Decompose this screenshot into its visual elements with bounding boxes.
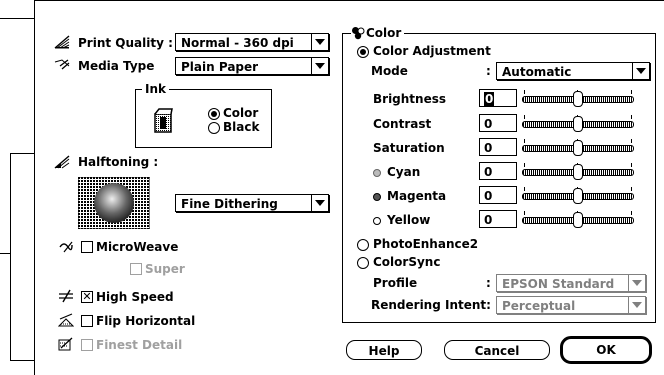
high-speed-label: High Speed [96, 290, 174, 304]
microweave-icon [59, 241, 73, 253]
saturation-field[interactable]: 0 [479, 138, 517, 156]
finest-detail-checkbox[interactable] [81, 339, 93, 351]
chevron-down-icon [311, 34, 328, 50]
halftoning-icon [54, 155, 70, 169]
ink-cartridge-icon [154, 108, 173, 133]
ink-black-label: Black [223, 120, 260, 134]
contrast-field[interactable]: 0 [479, 114, 517, 132]
callout-line-left-vertical [10, 153, 11, 361]
magenta-slider[interactable] [522, 187, 634, 205]
saturation-label: Saturation [373, 141, 445, 155]
ink-color-label: Color [223, 106, 259, 120]
halftoning-popup[interactable]: Fine Dithering [175, 194, 329, 212]
chevron-down-icon [311, 195, 328, 211]
finest-detail-icon [58, 337, 73, 351]
magenta-field[interactable]: 0 [479, 186, 517, 204]
color-group-title: Color [365, 26, 405, 40]
callout-line-left-stub [0, 253, 10, 254]
cyan-dot-icon [373, 169, 381, 177]
brightness-field[interactable]: 0 [479, 89, 517, 107]
mode-label: Mode [371, 64, 408, 78]
profile-colon: : [486, 276, 491, 290]
ink-black-radio[interactable] [208, 122, 220, 134]
photoenhance-label: PhotoEnhance2 [373, 237, 479, 251]
media-type-icon [54, 59, 70, 70]
contrast-label: Contrast [373, 117, 432, 131]
magenta-label: Magenta [387, 189, 447, 203]
color-adjustment-label: Color Adjustment [373, 44, 491, 58]
super-label: Super [145, 262, 185, 276]
yellow-field[interactable]: 0 [479, 210, 517, 228]
profile-label: Profile [373, 276, 418, 290]
print-quality-value: Normal - 360 dpi [181, 36, 294, 50]
help-button[interactable]: Help [346, 340, 422, 360]
cyan-slider-thumb[interactable] [573, 164, 583, 180]
saturation-slider-thumb[interactable] [573, 140, 583, 156]
print-quality-label: Print Quality : [78, 36, 173, 50]
halftoning-label: Halftoning : [78, 155, 159, 169]
mode-popup[interactable]: Automatic [496, 62, 650, 80]
yellow-dot-icon [373, 217, 381, 225]
cyan-label: Cyan [387, 165, 421, 179]
color-adjustment-radio[interactable] [357, 46, 369, 58]
high-speed-icon [59, 289, 73, 303]
flip-horizontal-label: Flip Horizontal [96, 314, 196, 328]
saturation-value: 0 [484, 141, 493, 155]
rendering-intent-value: Perceptual [502, 299, 576, 313]
print-quality-popup[interactable]: Normal - 360 dpi [175, 33, 329, 51]
flip-horizontal-icon [58, 313, 74, 327]
magenta-slider-thumb[interactable] [573, 188, 583, 204]
microweave-checkbox[interactable] [81, 241, 93, 253]
high-speed-checkbox[interactable]: ✕ [81, 291, 93, 303]
contrast-value: 0 [484, 117, 493, 131]
media-type-popup[interactable]: Plain Paper [175, 57, 329, 75]
chevron-down-icon [311, 58, 328, 74]
print-quality-icon [54, 35, 70, 49]
microweave-label: MicroWeave [96, 240, 179, 254]
mode-value: Automatic [502, 65, 572, 79]
media-type-value: Plain Paper [181, 60, 259, 74]
rendering-intent-label: Rendering Intent: [371, 298, 491, 312]
ink-group-title: Ink [142, 82, 169, 96]
chevron-down-icon [628, 297, 645, 313]
yellow-slider[interactable] [522, 211, 634, 229]
brightness-value: 0 [484, 92, 495, 106]
magenta-dot-icon [373, 193, 381, 201]
colorsync-radio[interactable] [357, 257, 369, 269]
finest-detail-label: Finest Detail [96, 338, 183, 352]
ink-color-radio[interactable] [208, 108, 220, 120]
color-palette-icon [351, 26, 365, 40]
cyan-slider[interactable] [522, 163, 634, 181]
media-type-label: Media Type [78, 59, 155, 73]
magenta-value: 0 [484, 189, 493, 203]
mode-colon: : [486, 64, 491, 78]
contrast-slider[interactable] [522, 115, 634, 133]
cyan-field[interactable]: 0 [479, 162, 517, 180]
halftoning-value: Fine Dithering [181, 197, 278, 211]
rendering-intent-popup[interactable]: Perceptual [496, 296, 646, 314]
saturation-slider[interactable] [522, 139, 634, 157]
chevron-down-icon [628, 275, 645, 291]
brightness-label: Brightness [373, 92, 447, 106]
super-checkbox[interactable] [130, 263, 142, 275]
yellow-value: 0 [484, 213, 493, 227]
brightness-slider-thumb[interactable] [573, 91, 583, 107]
colorsync-label: ColorSync [373, 255, 441, 269]
contrast-slider-thumb[interactable] [573, 116, 583, 132]
yellow-label: Yellow [387, 213, 431, 227]
cancel-button[interactable]: Cancel [444, 340, 550, 360]
yellow-slider-thumb[interactable] [573, 212, 583, 228]
profile-value: EPSON Standard [502, 277, 615, 291]
ok-button[interactable]: OK [560, 336, 652, 364]
chevron-down-icon [632, 63, 649, 79]
brightness-slider[interactable] [522, 90, 634, 108]
cyan-value: 0 [484, 165, 493, 179]
flip-horizontal-checkbox[interactable] [81, 315, 93, 327]
photoenhance-radio[interactable] [357, 239, 369, 251]
ok-button-label: OK [596, 343, 616, 357]
halftoning-preview-image [78, 177, 150, 229]
profile-popup[interactable]: EPSON Standard [496, 274, 646, 292]
